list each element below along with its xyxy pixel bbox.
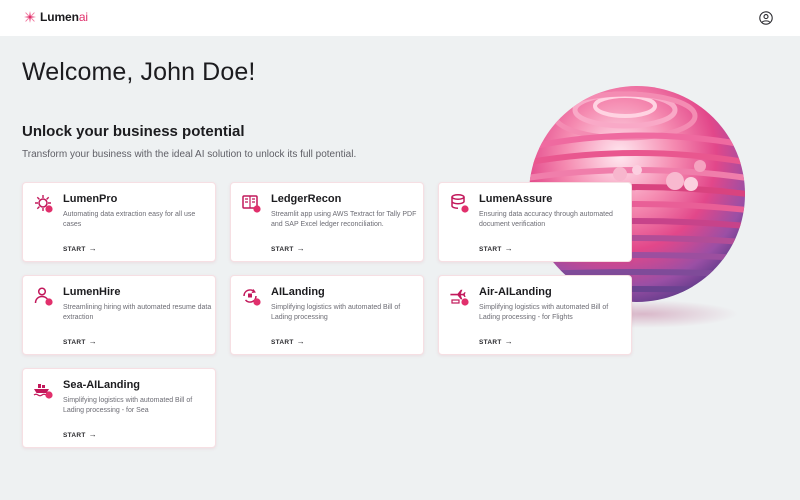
ledger-book-icon: [242, 195, 261, 213]
arrow-right-icon: →: [296, 244, 305, 253]
start-button[interactable]: START →: [63, 337, 97, 346]
logo-mark-icon: [24, 11, 36, 23]
product-card-ledgerrecon[interactable]: LedgerRecon Streamlit app using AWS Text…: [230, 182, 424, 262]
airplane-icon: [450, 289, 469, 306]
logo-text-accent: ai: [78, 10, 88, 24]
card-description: Simplifying logistics with automated Bil…: [63, 397, 193, 414]
arrow-right-icon: →: [88, 244, 97, 253]
card-description: Streamlining hiring with automated resum…: [63, 304, 212, 321]
user-account-icon[interactable]: [759, 11, 773, 25]
start-label: START: [479, 339, 502, 346]
card-title: Air-AILanding: [479, 286, 552, 298]
start-label: START: [63, 432, 86, 439]
section-heading: Unlock your business potential: [22, 123, 245, 140]
start-button[interactable]: START →: [479, 244, 513, 253]
start-button[interactable]: START →: [271, 337, 305, 346]
card-description: Ensuring data accuracy through automated…: [479, 211, 613, 228]
start-label: START: [271, 339, 294, 346]
start-label: START: [479, 246, 502, 253]
start-label: START: [63, 339, 86, 346]
arrow-right-icon: →: [88, 337, 97, 346]
top-bar: Lumenai: [0, 0, 800, 36]
product-card-ailanding[interactable]: AILanding Simplifying logistics with aut…: [230, 275, 424, 355]
product-card-lumenassure[interactable]: LumenAssure Ensuring data accuracy throu…: [438, 182, 632, 262]
logo-text-main: Lumen: [40, 10, 79, 24]
arrow-right-icon: →: [296, 337, 305, 346]
card-title: LedgerRecon: [271, 193, 342, 205]
section-tagline: Transform your business with the ideal A…: [22, 149, 357, 160]
start-label: START: [63, 246, 86, 253]
card-description: Simplifying logistics with automated Bil…: [271, 304, 401, 321]
card-title: Sea-AILanding: [63, 379, 141, 391]
gear-sparkle-icon: [35, 195, 53, 213]
arrow-right-icon: →: [88, 430, 97, 439]
person-hire-icon: [34, 287, 53, 306]
product-card-lumenhire[interactable]: LumenHire Streamlining hiring with autom…: [22, 275, 216, 355]
product-card-air-ailanding[interactable]: Air-AILanding Simplifying logistics with…: [438, 275, 632, 355]
welcome-heading: Welcome, John Doe!: [22, 58, 256, 86]
product-card-lumenpro[interactable]: LumenPro Automating data extraction easy…: [22, 182, 216, 262]
card-title: LumenAssure: [479, 193, 553, 205]
card-title: LumenHire: [63, 286, 121, 298]
start-button[interactable]: START →: [479, 337, 513, 346]
ship-icon: [33, 384, 53, 399]
start-button[interactable]: START →: [271, 244, 305, 253]
arrow-right-icon: →: [504, 244, 513, 253]
card-description: Streamlit app using AWS Textract for Tal…: [271, 211, 417, 228]
card-description: Simplifying logistics with automated Bil…: [479, 304, 609, 321]
logo[interactable]: Lumenai: [23, 10, 88, 24]
start-button[interactable]: START →: [63, 244, 97, 253]
start-button[interactable]: START →: [63, 430, 97, 439]
logo-text: Lumenai: [40, 10, 88, 24]
arrow-right-icon: →: [504, 337, 513, 346]
product-card-sea-ailanding[interactable]: Sea-AILanding Simplifying logistics with…: [22, 368, 216, 448]
card-title: AILanding: [271, 286, 325, 298]
logistics-cycle-icon: [243, 289, 261, 306]
start-label: START: [271, 246, 294, 253]
card-title: LumenPro: [63, 193, 118, 205]
card-description: Automating data extraction easy for all …: [63, 211, 196, 228]
database-check-icon: [451, 194, 469, 213]
